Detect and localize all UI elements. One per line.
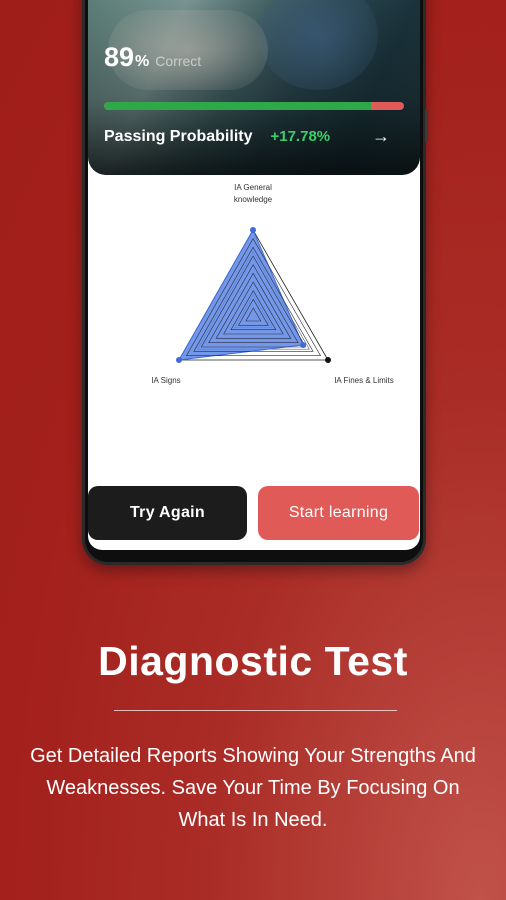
score-progress-fill xyxy=(104,102,371,110)
title-divider xyxy=(114,710,397,711)
start-learning-button[interactable]: Start learning xyxy=(258,486,419,540)
passing-probability-value: +17.78% xyxy=(270,128,331,145)
radar-label-general-line2: knowledge xyxy=(234,195,273,204)
results-hero-card[interactable]: 89 % Correct Passing Probability +17.78%… xyxy=(88,0,420,175)
hero-photo-shape xyxy=(258,0,378,90)
score-unit: % xyxy=(135,53,150,70)
score-display: 89 % Correct xyxy=(104,42,201,73)
radar-point-signs xyxy=(176,357,182,363)
radar-label-general-line1: IA General xyxy=(234,183,272,192)
phone-screen: 89 % Correct Passing Probability +17.78%… xyxy=(88,0,420,550)
score-progress-bar xyxy=(104,102,404,110)
feature-description: Get Detailed Reports Showing Your Streng… xyxy=(30,745,476,831)
score-value: 89 xyxy=(104,42,135,72)
radar-point-fines xyxy=(300,342,306,348)
page-title: Diagnostic Test xyxy=(98,638,408,684)
radar-label-fines: IA Fines & Limits xyxy=(334,376,394,385)
phone-side-button xyxy=(425,110,428,142)
passing-probability-row[interactable]: Passing Probability +17.78% → xyxy=(104,126,404,147)
action-buttons: Try Again Start learning xyxy=(88,486,420,540)
passing-probability-label: Passing Probability xyxy=(104,127,253,145)
radar-point-general xyxy=(250,227,256,233)
radar-vertex-marker xyxy=(325,357,331,363)
try-again-button[interactable]: Try Again xyxy=(88,486,247,540)
radar-label-signs: IA Signs xyxy=(151,376,180,385)
arrow-right-icon[interactable]: → xyxy=(372,126,390,147)
radar-chart: IA General knowledge IA Signs IA Fines &… xyxy=(151,183,394,385)
score-label: Correct xyxy=(155,53,202,69)
